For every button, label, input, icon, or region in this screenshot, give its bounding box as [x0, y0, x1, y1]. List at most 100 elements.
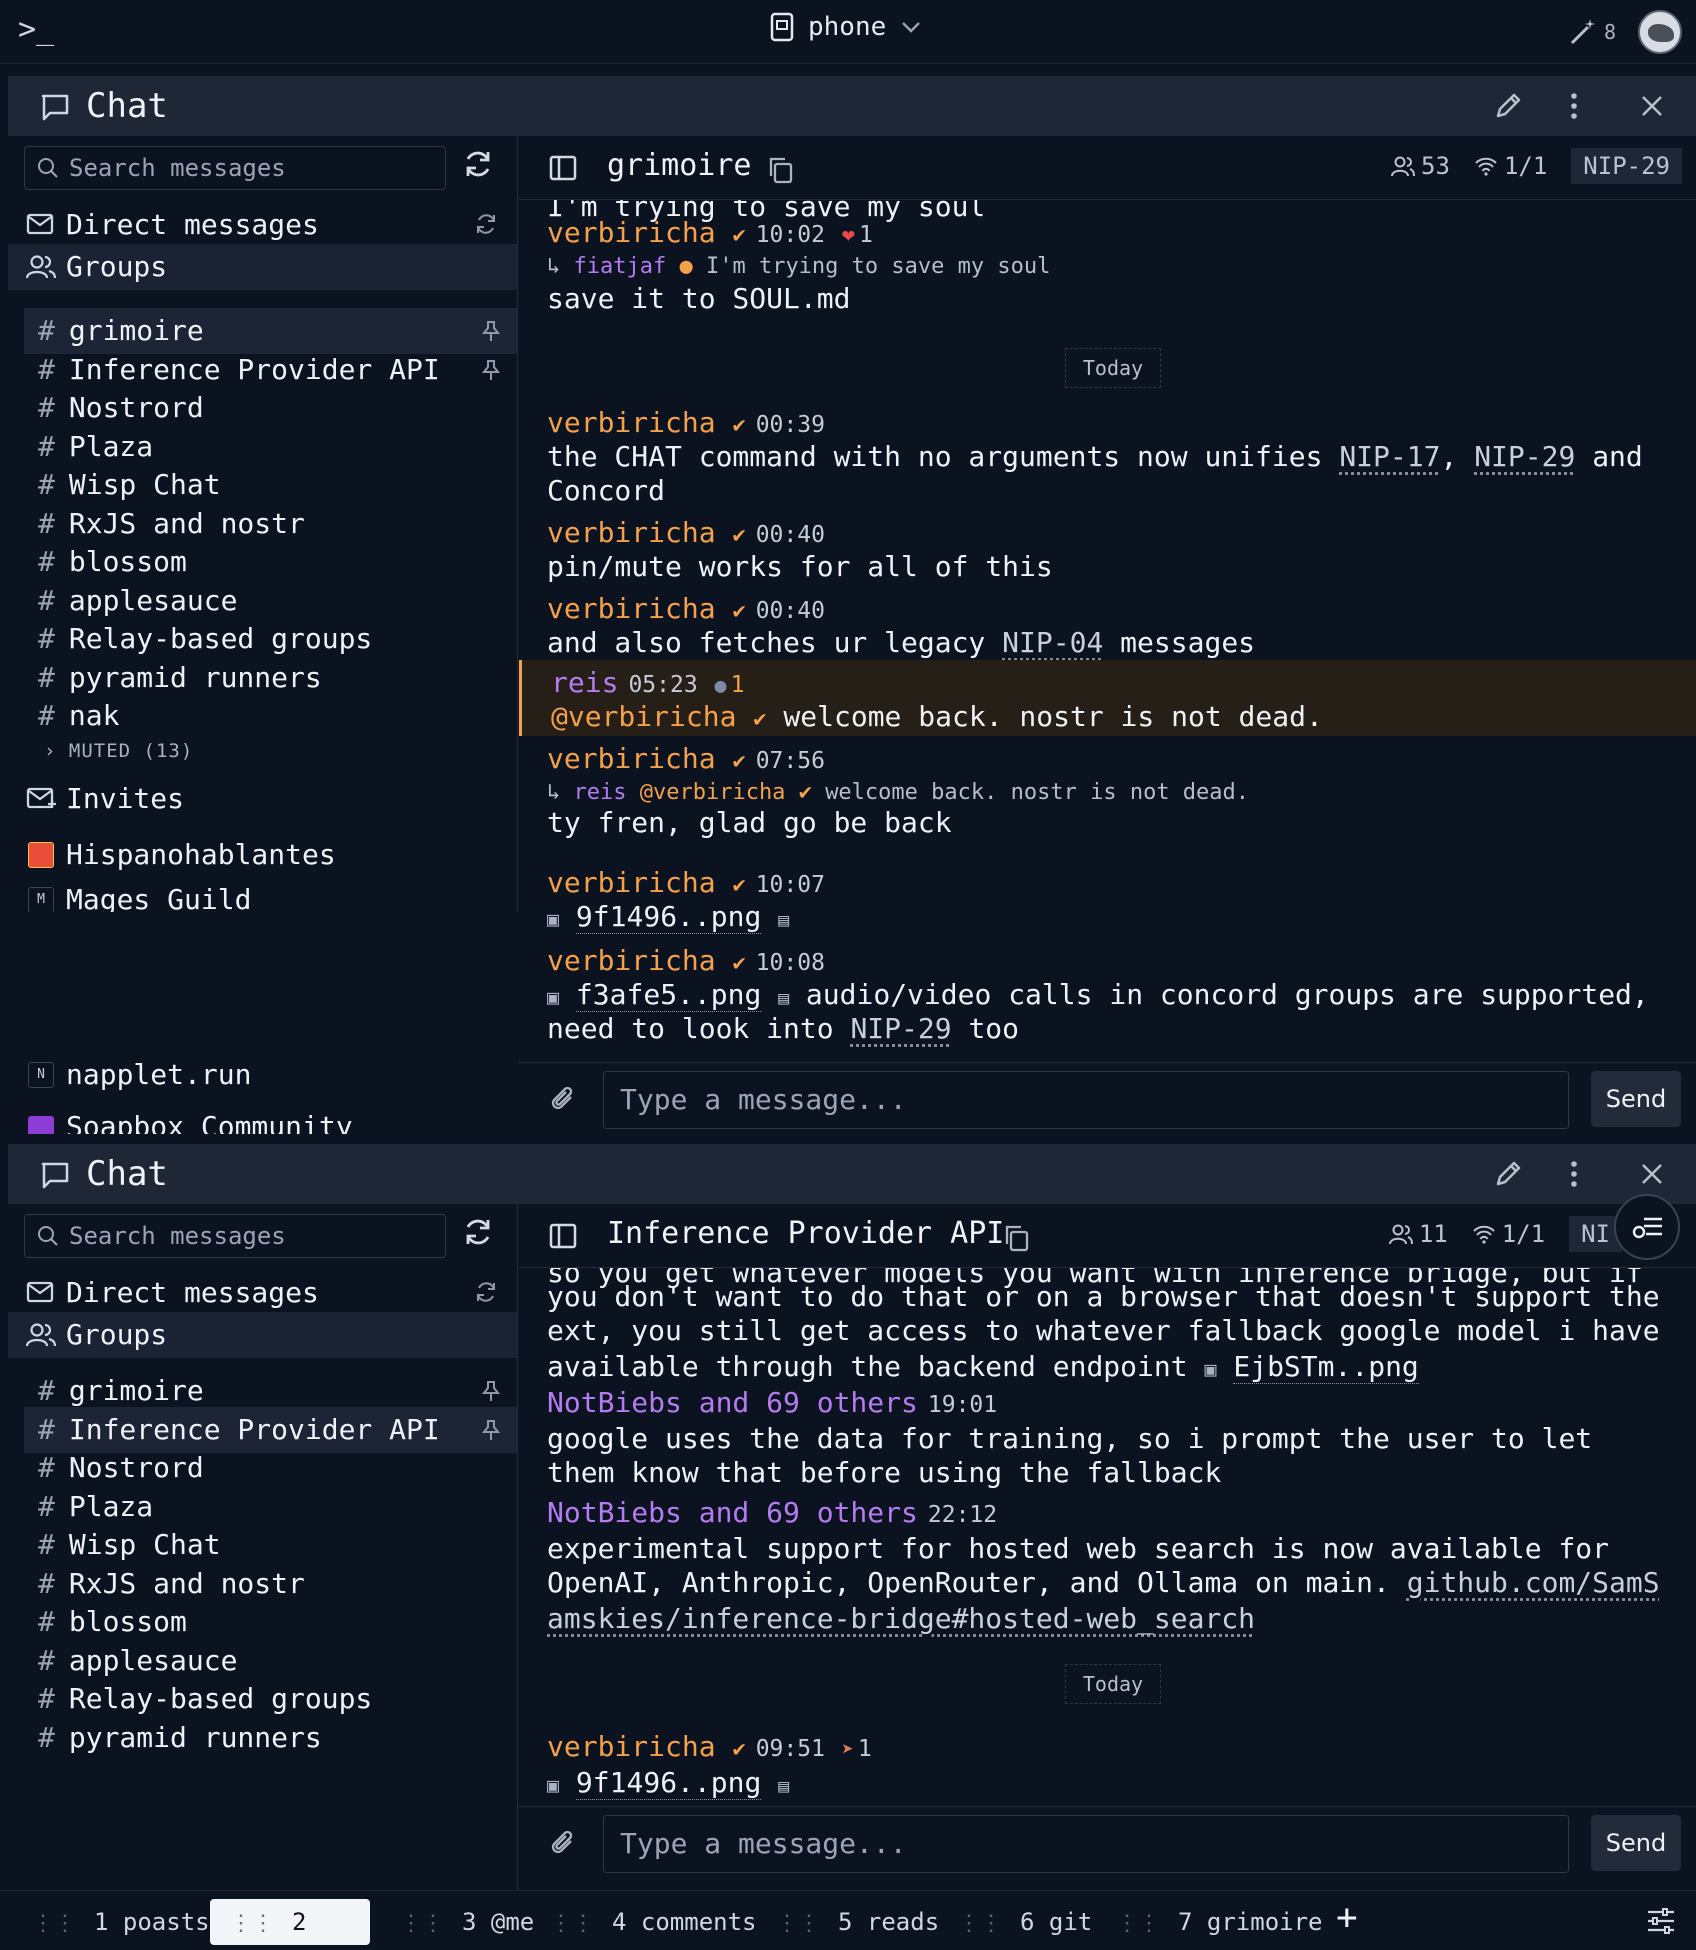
author-name[interactable]: verbiricha — [547, 1730, 716, 1763]
channel-item-nak[interactable]: # nak — [24, 693, 517, 739]
link[interactable]: amskies/inference-bridge#hosted-web_sear… — [547, 1602, 1255, 1635]
panel-title: Chat — [86, 1154, 168, 1194]
timestamp: 05:23 — [628, 672, 698, 698]
copy-icon[interactable] — [767, 156, 793, 184]
tab-comments[interactable]: ⋮⋮ 4 comments — [530, 1899, 771, 1945]
tab-label: @me — [490, 1908, 535, 1936]
community-initial-icon: M — [28, 887, 54, 912]
nip-link[interactable]: NIP-17 — [1339, 440, 1440, 473]
invites-section[interactable]: Invites — [8, 772, 517, 826]
message-composer: Type a message... Send — [519, 1806, 1696, 1876]
tab-reads[interactable]: ⋮⋮ 5 reads — [756, 1899, 953, 1945]
chat-panel-1: Chat Search messages Direct messages Gro… — [8, 76, 1696, 912]
close-icon[interactable] — [1638, 90, 1666, 122]
message-text: ▣ f3afe5..png ▤ audio/video calls in con… — [547, 978, 1649, 1012]
add-tab-icon[interactable]: + — [1336, 1897, 1358, 1938]
drag-handle-icon: ⋮⋮ — [230, 1911, 274, 1936]
community-item-napplet-run[interactable]: N napplet.run — [8, 1048, 518, 1102]
tab-label: comments — [640, 1908, 757, 1936]
chat-bubble-icon — [41, 1162, 69, 1189]
chevron-right-icon: › — [44, 740, 57, 762]
image-icon: ▣ — [547, 907, 560, 931]
paperclip-icon[interactable] — [549, 1827, 577, 1859]
pin-icon[interactable] — [482, 320, 500, 342]
sliders-icon[interactable] — [1646, 1907, 1676, 1935]
reply-preview[interactable]: ↳ reis @verbiricha ✔ welcome back. nostr… — [547, 780, 1249, 805]
channel-label: RxJS and nostr — [68, 507, 305, 540]
pin-icon[interactable] — [482, 1380, 500, 1402]
groups-section[interactable]: Groups — [8, 1312, 517, 1358]
sync-icon[interactable] — [474, 1280, 498, 1304]
pencil-icon[interactable] — [1492, 90, 1524, 122]
reaction-count: 1 — [859, 222, 873, 248]
send-button[interactable]: Send — [1591, 1071, 1681, 1127]
sync-icon[interactable] — [474, 212, 498, 236]
groups-section[interactable]: Groups — [8, 244, 517, 290]
copy-icon[interactable] — [1003, 1224, 1029, 1252]
muted-toggle[interactable]: › MUTED (13) — [44, 740, 193, 762]
nip-link[interactable]: NIP-04 — [1002, 626, 1103, 659]
attachment[interactable]: ▣ 9f1496..png ▤ — [547, 900, 789, 934]
image-icon: ▣ — [547, 1773, 560, 1797]
message-text: google uses the data for training, so i … — [547, 1422, 1593, 1455]
tab-grimoire[interactable]: ⋮⋮ 7 grimoire — [1096, 1899, 1337, 1945]
author-name[interactable]: verbiricha — [547, 406, 716, 439]
device-selector[interactable]: phone — [770, 12, 922, 42]
refresh-icon[interactable] — [462, 148, 494, 180]
reply-preview[interactable]: ↳ fiatjaf ● I'm trying to save my soul — [547, 254, 1050, 279]
author-name[interactable]: verbiricha — [547, 742, 716, 775]
nip-link[interactable]: NIP-29 — [850, 1012, 951, 1045]
author-name[interactable]: NotBiebs and 69 others — [547, 1386, 918, 1419]
tab-git[interactable]: ⋮⋮ 6 git — [938, 1899, 1106, 1945]
more-vertical-icon[interactable] — [1568, 1158, 1580, 1190]
tab-label: poasts — [122, 1908, 210, 1936]
sidebar-toggle-icon[interactable] — [549, 1222, 577, 1250]
author-name[interactable]: verbiricha — [547, 944, 716, 977]
search-input[interactable]: Search messages — [24, 1214, 446, 1258]
community-item-soapbox[interactable]: Soapbox Community — [8, 1102, 518, 1134]
link[interactable]: github.com/SamS — [1407, 1566, 1660, 1599]
author-name[interactable]: NotBiebs and 69 others — [547, 1496, 918, 1529]
author-name[interactable]: verbiricha — [547, 866, 716, 899]
attachment[interactable]: ▣ 9f1496..png ▤ — [547, 1766, 789, 1800]
search-icon — [38, 1226, 58, 1246]
author-name[interactable]: verbiricha — [547, 516, 716, 549]
more-vertical-icon[interactable] — [1568, 90, 1580, 122]
pencil-icon[interactable] — [1492, 1158, 1524, 1190]
author-name[interactable]: reis — [551, 666, 618, 699]
panel-title: Chat — [86, 86, 168, 126]
mention[interactable]: @verbiricha — [551, 700, 736, 733]
message-input[interactable]: Type a message... — [603, 1815, 1569, 1873]
channel-label: Inference Provider API — [68, 1413, 440, 1446]
pin-icon[interactable] — [482, 359, 500, 381]
paperclip-icon[interactable] — [549, 1083, 577, 1115]
relay-status: 1/1 — [1474, 152, 1547, 180]
file-name[interactable]: EjbSTm..png — [1233, 1350, 1419, 1384]
community-item-mages-guild[interactable]: M Mages Guild — [8, 873, 517, 912]
file-name[interactable]: f3afe5..png — [575, 978, 762, 1012]
workspace-tab-bar: ⋮⋮1 poasts ⋮⋮2 chat ⋮⋮3 @me ⋮⋮4 comments… — [0, 1890, 1696, 1950]
magic-wand-button[interactable]: 8 — [1568, 17, 1616, 47]
reply-mention: @verbiricha — [639, 780, 786, 805]
author-name[interactable]: verbiricha — [547, 216, 716, 249]
tab-poasts[interactable]: ⋮⋮ 1 poasts — [12, 1899, 224, 1945]
floating-menu-button[interactable] — [1614, 1194, 1680, 1260]
pin-icon[interactable] — [482, 1419, 500, 1441]
tab-chat[interactable]: ⋮⋮2 chat — [210, 1899, 370, 1945]
rocket-icon[interactable]: ➤ — [842, 1737, 854, 1761]
channel-item-pyramid-runners[interactable]: # pyramid runners — [24, 1715, 517, 1761]
tab-me[interactable]: ⋮⋮ 3 @me — [380, 1899, 548, 1945]
avatar[interactable] — [1638, 10, 1682, 54]
sidebar-toggle-icon[interactable] — [549, 154, 577, 182]
search-input[interactable]: Search messages — [24, 146, 446, 190]
message-header: verbiricha ✔ 10:08 — [547, 944, 825, 977]
relay-value: 1/1 — [1501, 1220, 1546, 1248]
message-input[interactable]: Type a message... — [603, 1071, 1569, 1129]
terminal-prompt-icon[interactable]: >_ — [18, 12, 54, 47]
send-button[interactable]: Send — [1591, 1815, 1681, 1871]
refresh-icon[interactable] — [462, 1216, 494, 1248]
author-name[interactable]: verbiricha — [547, 592, 716, 625]
heart-icon[interactable]: ❤ — [842, 223, 855, 248]
close-icon[interactable] — [1638, 1158, 1666, 1190]
nip-link[interactable]: NIP-29 — [1474, 440, 1575, 473]
